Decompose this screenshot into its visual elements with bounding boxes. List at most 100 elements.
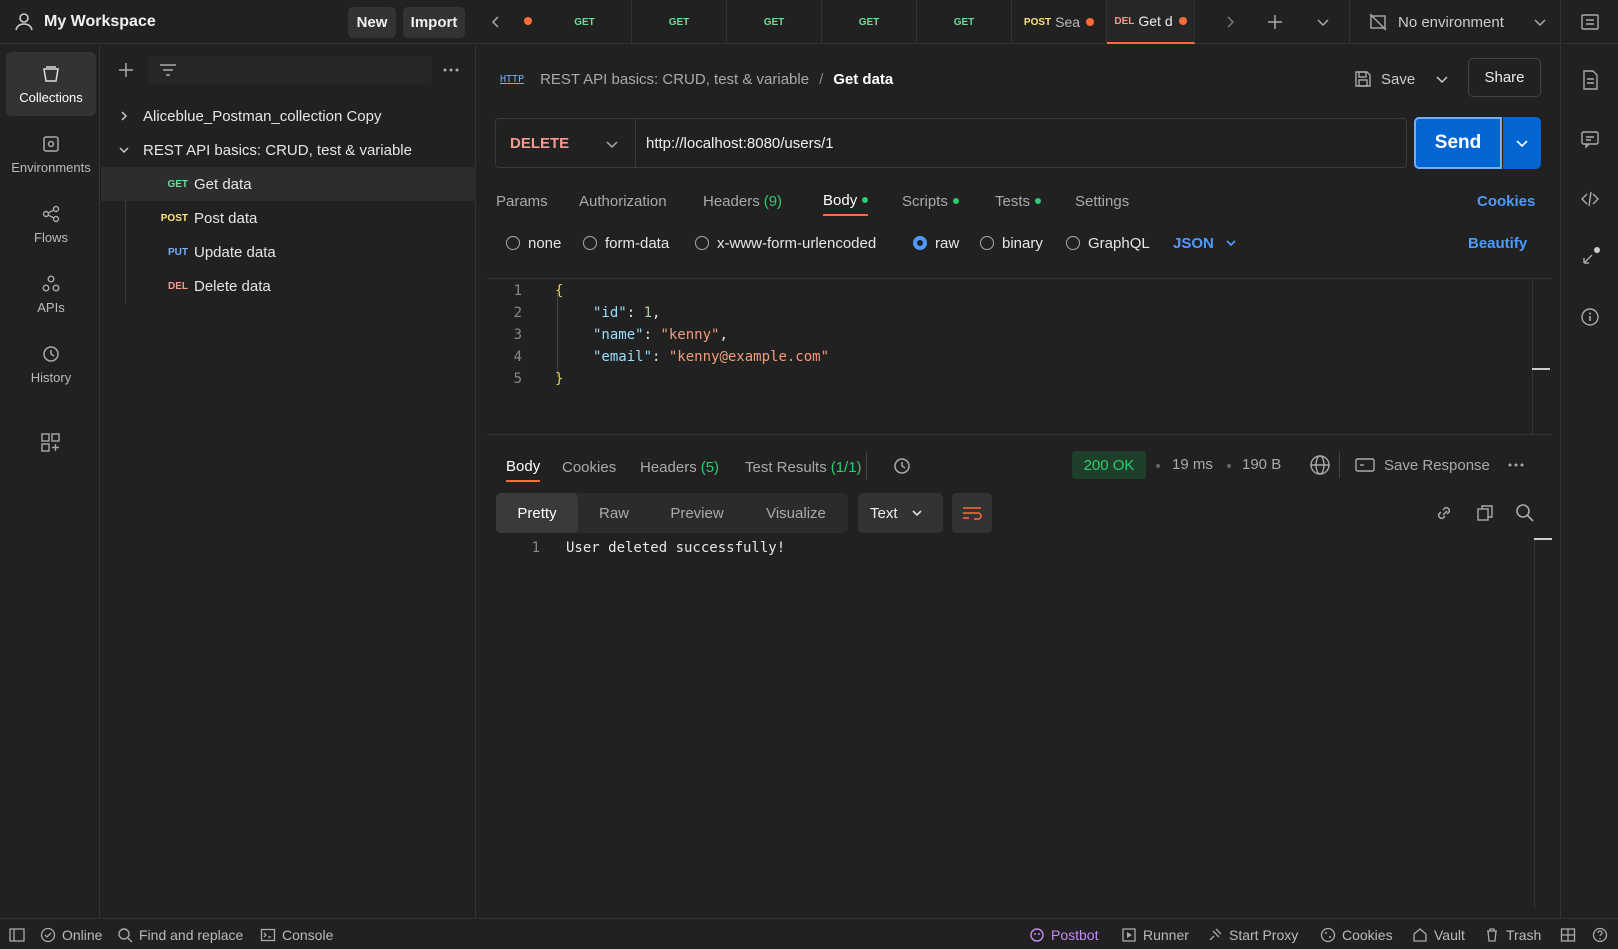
- response-more-icon[interactable]: [1506, 456, 1526, 474]
- rail-history[interactable]: History: [6, 332, 96, 396]
- status-badge[interactable]: 200 OK: [1072, 451, 1146, 479]
- tab-method: DEL: [1114, 15, 1135, 27]
- cookies-button[interactable]: Cookies: [1320, 919, 1393, 949]
- trash-button[interactable]: Trash: [1484, 919, 1541, 949]
- radio-graphql[interactable]: GraphQL: [1066, 233, 1150, 253]
- view-visualize[interactable]: Visualize: [744, 493, 848, 533]
- sidebar-more-icon[interactable]: [441, 61, 461, 79]
- configure-workbench-icon[interactable]: [40, 432, 62, 454]
- tab-settings[interactable]: Settings: [1075, 186, 1129, 216]
- copy-link-icon[interactable]: [1434, 503, 1456, 523]
- response-tab-headers[interactable]: Headers (5): [640, 452, 719, 482]
- help-icon[interactable]: [1592, 919, 1608, 949]
- tab-tests[interactable]: Tests: [995, 186, 1042, 216]
- cookies-link[interactable]: Cookies: [1477, 186, 1535, 216]
- response-tab-cookies[interactable]: Cookies: [562, 452, 616, 482]
- tab-request-active[interactable]: DEL Get d: [1107, 0, 1195, 44]
- tab-request-5[interactable]: GET: [917, 0, 1012, 44]
- radio-none[interactable]: none: [506, 233, 561, 253]
- breadcrumb-parent[interactable]: REST API basics: CRUD, test & variable: [540, 71, 809, 88]
- tabs-scroll-left-icon[interactable]: [488, 12, 504, 32]
- breadcrumb: HTTP REST API basics: CRUD, test & varia…: [500, 68, 893, 90]
- postbot-button[interactable]: Postbot: [1029, 919, 1098, 949]
- save-dropdown-chevron-icon[interactable]: [1434, 70, 1450, 88]
- tab-request-4[interactable]: GET: [822, 0, 917, 44]
- documentation-icon[interactable]: [1580, 69, 1600, 91]
- send-dropdown-button[interactable]: [1503, 117, 1541, 169]
- view-raw[interactable]: Raw: [578, 493, 650, 533]
- rail-flows[interactable]: Flows: [6, 192, 96, 256]
- find-replace-button[interactable]: Find and replace: [117, 919, 243, 949]
- tab-authorization[interactable]: Authorization: [579, 186, 667, 216]
- view-pretty[interactable]: Pretty: [496, 493, 578, 533]
- save-button[interactable]: Save: [1353, 62, 1415, 96]
- tab-request-6[interactable]: POST Sea: [1012, 0, 1107, 44]
- body-editor[interactable]: 1 2 3 4 5 { "id": 1, "name": "kenny", "e…: [487, 278, 1552, 435]
- comments-icon[interactable]: [1580, 129, 1600, 149]
- send-button[interactable]: Send: [1414, 117, 1502, 169]
- share-button[interactable]: Share: [1468, 58, 1541, 97]
- add-collection-plus-icon[interactable]: [117, 61, 135, 79]
- request-row[interactable]: DEL Delete data: [101, 269, 476, 303]
- sidebar-filter-input[interactable]: [148, 56, 432, 84]
- start-proxy-button[interactable]: Start Proxy: [1207, 919, 1298, 949]
- save-response-button[interactable]: Save Response: [1354, 452, 1490, 478]
- info-icon[interactable]: [1580, 307, 1600, 327]
- tab-request-3[interactable]: GET: [727, 0, 822, 44]
- toggle-sidebar-icon[interactable]: [8, 919, 26, 949]
- console-button[interactable]: Console: [260, 919, 333, 949]
- response-size[interactable]: 190 B: [1242, 456, 1281, 473]
- rail-environments[interactable]: Environments: [6, 122, 96, 186]
- environment-quick-look-icon[interactable]: [1580, 12, 1600, 32]
- wrap-lines-button[interactable]: [952, 493, 992, 533]
- tab-headers[interactable]: Headers (9): [703, 186, 782, 216]
- online-status[interactable]: Online: [40, 919, 102, 949]
- radio-urlencoded[interactable]: x-www-form-urlencoded: [695, 233, 876, 253]
- copy-icon[interactable]: [1475, 503, 1495, 523]
- beautify-button[interactable]: Beautify: [1468, 233, 1527, 253]
- request-title[interactable]: Get data: [833, 71, 893, 88]
- response-tab-body[interactable]: Body: [506, 452, 541, 482]
- radio-raw[interactable]: raw: [913, 233, 959, 253]
- two-pane-view-icon[interactable]: [1560, 919, 1576, 949]
- radio-form-data[interactable]: form-data: [583, 233, 669, 253]
- new-tab-plus-icon[interactable]: [1265, 12, 1285, 32]
- request-row[interactable]: PUT Update data: [101, 235, 476, 269]
- request-row[interactable]: GET Get data: [101, 167, 476, 201]
- editor-scroll-thumb[interactable]: [1532, 368, 1550, 370]
- runner-button[interactable]: Runner: [1121, 919, 1189, 949]
- code-snippet-icon[interactable]: [1580, 189, 1600, 209]
- related-collections-icon[interactable]: [1580, 245, 1602, 267]
- view-preview[interactable]: Preview: [650, 493, 744, 533]
- tab-params[interactable]: Params: [496, 186, 548, 216]
- url-input[interactable]: [641, 127, 1391, 159]
- environment-selector[interactable]: No environment: [1368, 0, 1548, 44]
- response-history-icon[interactable]: [892, 456, 912, 476]
- request-row[interactable]: POST Post data: [101, 201, 476, 235]
- response-body[interactable]: 1 User deleted successfully!: [520, 540, 1540, 910]
- tabs-dropdown-chevron-icon[interactable]: [1314, 12, 1332, 32]
- response-time[interactable]: 19 ms: [1172, 456, 1213, 473]
- new-button[interactable]: New: [348, 7, 396, 38]
- tabs-scroll-right-icon[interactable]: [1222, 12, 1238, 32]
- body-format-select[interactable]: JSON: [1173, 233, 1238, 253]
- tab-request-1[interactable]: GET: [538, 0, 632, 44]
- response-format-select[interactable]: Text: [858, 493, 943, 533]
- tab-request-2[interactable]: GET: [632, 0, 727, 44]
- tab-scripts[interactable]: Scripts: [902, 186, 959, 216]
- response-scroll-thumb[interactable]: [1534, 538, 1552, 540]
- rail-apis[interactable]: APIs: [6, 262, 96, 326]
- collection-row[interactable]: Aliceblue_Postman_collection Copy: [101, 99, 476, 133]
- tab-body[interactable]: Body: [823, 186, 869, 216]
- vault-button[interactable]: Vault: [1412, 919, 1465, 949]
- rail-collections[interactable]: Collections: [6, 52, 96, 116]
- collection-row[interactable]: REST API basics: CRUD, test & variable: [101, 133, 476, 167]
- search-icon[interactable]: [1515, 503, 1535, 523]
- response-tab-test-results[interactable]: Test Results (1/1): [745, 452, 862, 482]
- network-globe-icon[interactable]: [1309, 454, 1331, 476]
- import-button[interactable]: Import: [403, 7, 465, 38]
- radio-binary[interactable]: binary: [980, 233, 1043, 253]
- filter-icon: [160, 64, 176, 76]
- workspace-switcher[interactable]: My Workspace: [14, 0, 156, 44]
- method-select[interactable]: DELETE: [496, 119, 636, 167]
